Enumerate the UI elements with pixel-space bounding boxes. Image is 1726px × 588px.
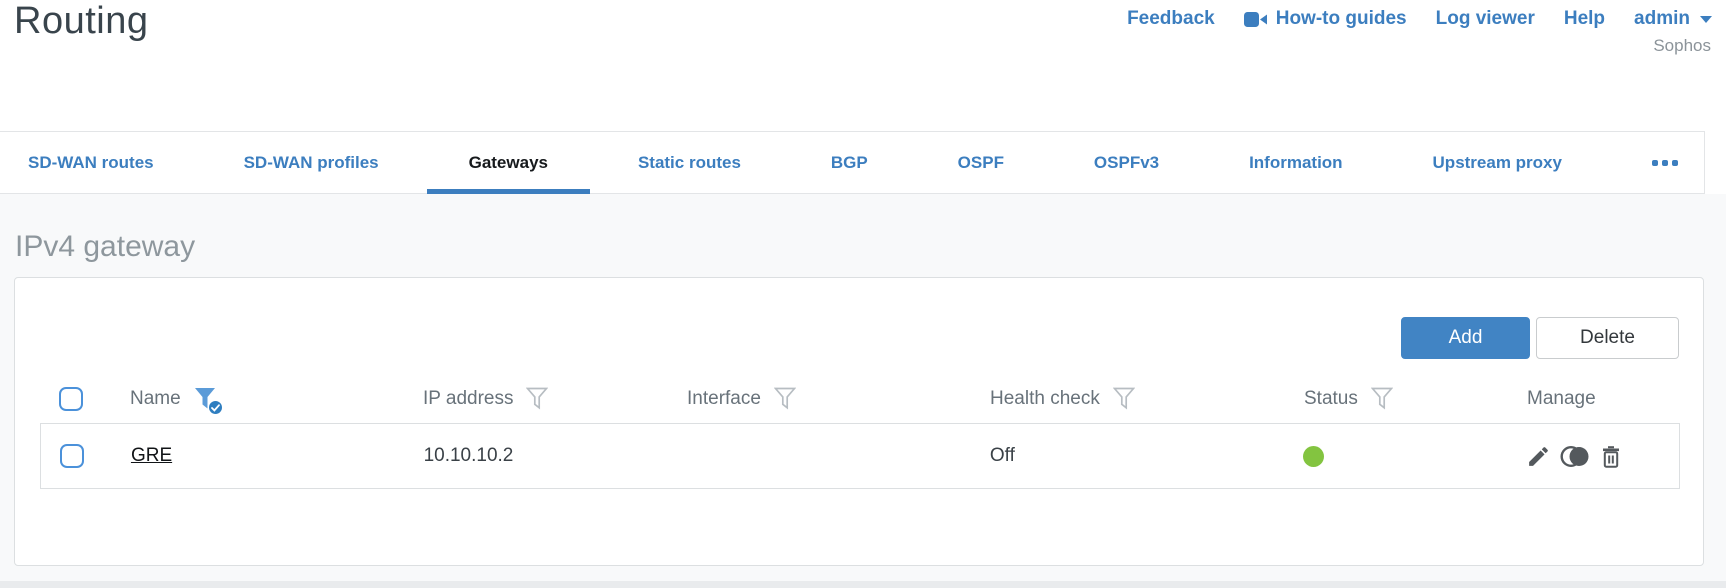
ip-address-filter-icon[interactable] [526, 387, 549, 411]
delete-trash-icon[interactable] [1599, 444, 1623, 469]
edit-pencil-icon[interactable] [1526, 444, 1551, 469]
column-header-interface: Interface [687, 388, 761, 409]
top-header: Routing Feedback How-to guides Log viewe… [0, 0, 1726, 131]
status-up-indicator [1303, 445, 1325, 467]
how-to-guides-link[interactable]: How-to guides [1243, 8, 1407, 30]
tab-sd-wan-routes[interactable]: SD-WAN routes [28, 132, 154, 193]
tab-bgp[interactable]: BGP [831, 132, 868, 193]
column-header-status: Status [1304, 388, 1358, 409]
brand-label: Sophos [1653, 36, 1711, 55]
help-link[interactable]: Help [1564, 8, 1605, 30]
column-header-ip-address: IP address [423, 388, 514, 409]
ellipsis-icon [1651, 159, 1678, 166]
tab-ospf[interactable]: OSPF [958, 132, 1004, 193]
table-header-row: Name IP address Interface Health check S… [40, 375, 1680, 423]
log-viewer-link[interactable]: Log viewer [1436, 8, 1535, 30]
tab-sd-wan-profiles[interactable]: SD-WAN profiles [244, 132, 379, 193]
feedback-link[interactable]: Feedback [1127, 8, 1215, 30]
tab-upstream-proxy[interactable]: Upstream proxy [1433, 132, 1562, 193]
tab-bar: SD-WAN routes SD-WAN profiles Gateways S… [0, 131, 1705, 194]
table-row: GRE 10.10.10.2 Off [40, 423, 1680, 489]
header-links: Feedback How-to guides Log viewer Help a… [1127, 8, 1712, 30]
column-header-health-check: Health check [990, 388, 1100, 409]
table-toolbar: Add Delete [1401, 317, 1679, 359]
interface-filter-icon[interactable] [773, 387, 796, 411]
gateway-health-check: Off [989, 445, 1015, 466]
add-button[interactable]: Add [1401, 317, 1530, 359]
column-header-name: Name [130, 388, 181, 409]
gateway-table-card: Add Delete Name IP address Interface Hea… [14, 277, 1704, 566]
filter-check-badge [207, 400, 223, 415]
name-filter-active-icon[interactable] [194, 387, 223, 415]
tab-information[interactable]: Information [1249, 132, 1343, 193]
gateway-name-link[interactable]: GRE [131, 445, 172, 467]
caret-down-icon [1700, 15, 1712, 23]
status-filter-icon[interactable] [1370, 387, 1393, 411]
select-all-checkbox[interactable] [59, 387, 83, 411]
tab-gateways[interactable]: Gateways [426, 132, 591, 194]
content-area: IPv4 gateway Add Delete Name IP address … [0, 194, 1726, 588]
gateway-ip-address: 10.10.10.2 [423, 445, 514, 466]
tab-static-routes[interactable]: Static routes [638, 132, 741, 193]
more-tabs-button[interactable] [1651, 132, 1678, 193]
page-title: Routing [14, 0, 149, 42]
tab-ospfv3[interactable]: OSPFv3 [1094, 132, 1159, 193]
health-check-filter-icon[interactable] [1112, 387, 1135, 411]
row-checkbox[interactable] [60, 444, 84, 468]
section-heading: IPv4 gateway [15, 230, 196, 263]
toggle-active-icon[interactable] [1560, 444, 1590, 469]
video-camera-icon [1243, 11, 1268, 28]
bottom-scroll-strip [0, 581, 1726, 588]
column-header-manage: Manage [1527, 388, 1596, 409]
manage-actions [1526, 444, 1623, 469]
admin-menu[interactable]: admin [1634, 8, 1712, 30]
delete-button[interactable]: Delete [1536, 317, 1679, 359]
